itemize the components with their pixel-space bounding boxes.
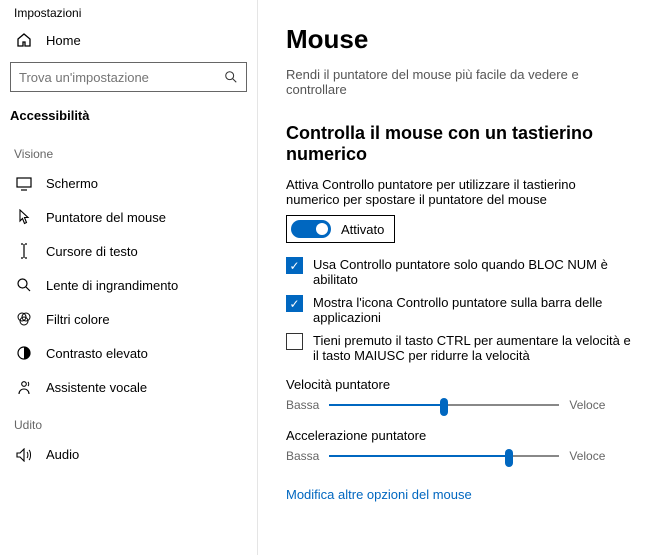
slider-high-label: Veloce xyxy=(569,449,605,463)
checkbox-icon: ✓ xyxy=(286,295,303,312)
sidebar-item-label: Contrasto elevato xyxy=(46,346,148,361)
slider-low-label: Bassa xyxy=(286,449,319,463)
text-cursor-icon xyxy=(16,243,32,259)
slider-label-accel: Accelerazione puntatore xyxy=(286,428,632,443)
sidebar-item-cursore[interactable]: Cursore di testo xyxy=(0,234,257,268)
checkbox-label: Tieni premuto il tasto CTRL per aumentar… xyxy=(313,333,632,363)
sidebar-item-label: Audio xyxy=(46,447,79,462)
sidebar-item-schermo[interactable]: Schermo xyxy=(0,167,257,200)
magnifier-icon xyxy=(16,277,32,293)
search-box[interactable] xyxy=(10,62,247,92)
checkbox-icon xyxy=(286,333,303,350)
slider-low-label: Bassa xyxy=(286,398,319,412)
toggle-switch[interactable] xyxy=(291,220,331,238)
checkbox-taskbar-icon[interactable]: ✓ Mostra l'icona Controllo puntatore sul… xyxy=(286,295,632,325)
checkbox-label: Mostra l'icona Controllo puntatore sulla… xyxy=(313,295,632,325)
nav-home-label: Home xyxy=(46,33,81,48)
current-section: Accessibilità xyxy=(0,100,257,133)
pointer-icon xyxy=(16,209,32,225)
page-title: Mouse xyxy=(286,24,632,55)
sidebar: Impostazioni Home Accessibilità Visione … xyxy=(0,0,258,555)
mouse-keys-toggle[interactable]: Attivato xyxy=(286,215,395,243)
sidebar-item-label: Assistente vocale xyxy=(46,380,147,395)
sidebar-item-puntatore[interactable]: Puntatore del mouse xyxy=(0,200,257,234)
pointer-accel-slider[interactable] xyxy=(329,447,559,465)
sidebar-item-label: Lente di ingrandimento xyxy=(46,278,178,293)
sidebar-item-assistente[interactable]: Assistente vocale xyxy=(0,370,257,404)
slider-high-label: Veloce xyxy=(569,398,605,412)
nav-home[interactable]: Home xyxy=(0,22,257,58)
toggle-state-label: Attivato xyxy=(341,222,384,237)
home-icon xyxy=(16,32,32,48)
sidebar-item-contrasto[interactable]: Contrasto elevato xyxy=(0,336,257,370)
contrast-icon xyxy=(16,345,32,361)
group-label-udito: Udito xyxy=(0,404,257,438)
sidebar-item-label: Schermo xyxy=(46,176,98,191)
slider-label-speed: Velocità puntatore xyxy=(286,377,632,392)
content-pane: Mouse Rendi il puntatore del mouse più f… xyxy=(258,0,650,555)
display-icon xyxy=(16,177,32,191)
sidebar-item-filtri[interactable]: Filtri colore xyxy=(0,302,257,336)
checkbox-numlock[interactable]: ✓ Usa Controllo puntatore solo quando BL… xyxy=(286,257,632,287)
narrator-icon xyxy=(16,379,32,395)
search-input[interactable] xyxy=(19,70,224,85)
page-subtitle: Rendi il puntatore del mouse più facile … xyxy=(286,67,632,97)
checkbox-icon: ✓ xyxy=(286,257,303,274)
checkbox-ctrl-shift[interactable]: Tieni premuto il tasto CTRL per aumentar… xyxy=(286,333,632,363)
group-label-visione: Visione xyxy=(0,133,257,167)
sidebar-item-label: Cursore di testo xyxy=(46,244,138,259)
toggle-description: Attiva Controllo puntatore per utilizzar… xyxy=(286,177,626,207)
sidebar-item-audio[interactable]: Audio xyxy=(0,438,257,471)
audio-icon xyxy=(16,448,32,462)
section-heading: Controlla il mouse con un tastierino num… xyxy=(286,123,632,165)
sidebar-item-label: Filtri colore xyxy=(46,312,110,327)
search-icon xyxy=(224,70,238,84)
pointer-speed-slider[interactable] xyxy=(329,396,559,414)
more-mouse-options-link[interactable]: Modifica altre opzioni del mouse xyxy=(286,487,632,502)
sidebar-item-label: Puntatore del mouse xyxy=(46,210,166,225)
window-title: Impostazioni xyxy=(0,0,257,22)
color-filter-icon xyxy=(16,311,32,327)
checkbox-label: Usa Controllo puntatore solo quando BLOC… xyxy=(313,257,632,287)
sidebar-item-lente[interactable]: Lente di ingrandimento xyxy=(0,268,257,302)
